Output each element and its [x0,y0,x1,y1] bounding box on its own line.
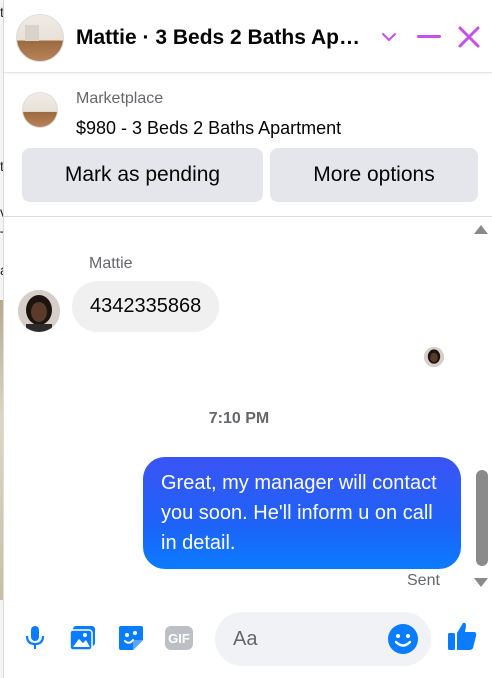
chat-window: Mattie · 3 Beds 2 Baths Ap… Marketplace … [3,0,492,678]
message-timestamp: 7:10 PM [208,410,270,427]
like-icon[interactable] [446,620,478,652]
message-status: Sent [407,572,440,589]
listing-thumbnail [22,92,58,128]
chevron-down-icon[interactable] [374,22,404,52]
listing-avatar[interactable] [16,14,64,62]
microphone-icon[interactable] [19,622,51,654]
listing-title[interactable]: $980 - 3 Beds 2 Baths Apartment [76,118,341,139]
scroll-down-arrow[interactable] [474,578,488,587]
marketplace-listing[interactable]: Marketplace $980 - 3 Beds 2 Baths Apartm… [4,74,492,144]
message-input-container[interactable] [215,612,431,666]
chat-title[interactable]: Mattie · 3 Beds 2 Baths Ap… [76,26,372,50]
scrollbar-thumb[interactable] [476,470,488,566]
sticker-icon[interactable] [115,622,147,654]
read-receipt-avatar [424,347,444,367]
scroll-up-arrow[interactable] [474,225,488,234]
marketplace-label: Marketplace [76,90,164,107]
minimize-icon[interactable] [414,22,444,52]
message-input[interactable] [233,612,383,666]
gif-label: GIF [168,631,190,646]
photo-icon[interactable] [67,622,99,654]
divider [4,216,492,217]
gif-icon[interactable]: GIF [163,622,195,654]
close-icon[interactable] [454,22,484,52]
outgoing-message[interactable]: Great, my manager will contact you soon.… [143,457,461,569]
emoji-icon[interactable] [387,623,419,655]
more-options-button[interactable]: More options [270,148,478,202]
chat-header: Mattie · 3 Beds 2 Baths Ap… [4,0,492,73]
incoming-message[interactable]: 4342335868 [72,281,220,332]
sender-name: Mattie [89,255,133,272]
composer: GIF [4,600,492,678]
mark-pending-button[interactable]: Mark as pending [22,148,263,202]
avatar[interactable] [18,290,60,332]
